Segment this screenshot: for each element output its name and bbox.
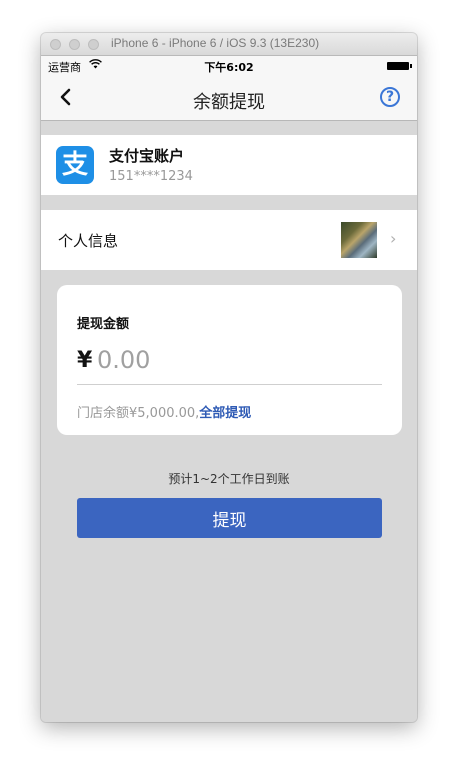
minimize-window-button[interactable] (69, 39, 80, 50)
withdraw-button[interactable]: 提现 (77, 498, 382, 538)
status-bar: 运营商 下午6:02 (41, 56, 417, 76)
alipay-logo: 支 (56, 146, 94, 184)
withdraw-amount-title: 提现金额 (77, 317, 130, 332)
navigation-bar: 余额提现 ? (41, 76, 417, 121)
withdraw-card: 提现金额 ¥ 门店余额¥5,000.00,全部提现 (57, 285, 402, 435)
help-icon[interactable]: ? (380, 87, 400, 107)
personal-info-row[interactable]: 个人信息 › (41, 210, 417, 270)
account-name: 支付宝账户 (109, 147, 185, 165)
arrival-estimate-note: 预计1~2个工作日到账 (168, 472, 290, 486)
battery-icon (387, 62, 412, 70)
alipay-account-row: 支 支付宝账户 151****1234 (41, 135, 417, 195)
amount-divider (77, 384, 382, 385)
balance-line: 门店余额¥5,000.00,全部提现 (77, 402, 251, 421)
close-window-button[interactable] (50, 39, 61, 50)
personal-info-label: 个人信息 (58, 232, 119, 250)
window-titlebar: iPhone 6 - iPhone 6 / iOS 9.3 (13E230) (41, 33, 417, 56)
zoom-window-button[interactable] (88, 39, 99, 50)
amount-input[interactable] (97, 344, 377, 376)
chevron-right-icon: › (390, 229, 397, 248)
status-time: 下午6:02 (204, 61, 254, 74)
simulator-window: iPhone 6 - iPhone 6 / iOS 9.3 (13E230) 运… (41, 33, 417, 722)
avatar (341, 222, 377, 258)
store-balance-text: 门店余额¥5,000.00, (77, 406, 200, 421)
window-title: iPhone 6 - iPhone 6 / iOS 9.3 (13E230) (111, 36, 320, 50)
currency-symbol: ¥ (77, 348, 93, 373)
phone-screen: 运营商 下午6:02 余额提现 ? 支 支付宝账户 151****1234 个人… (41, 56, 417, 722)
page-title: 余额提现 (193, 92, 265, 113)
account-number: 151****1234 (109, 169, 193, 184)
withdraw-all-link[interactable]: 全部提现 (199, 406, 251, 421)
